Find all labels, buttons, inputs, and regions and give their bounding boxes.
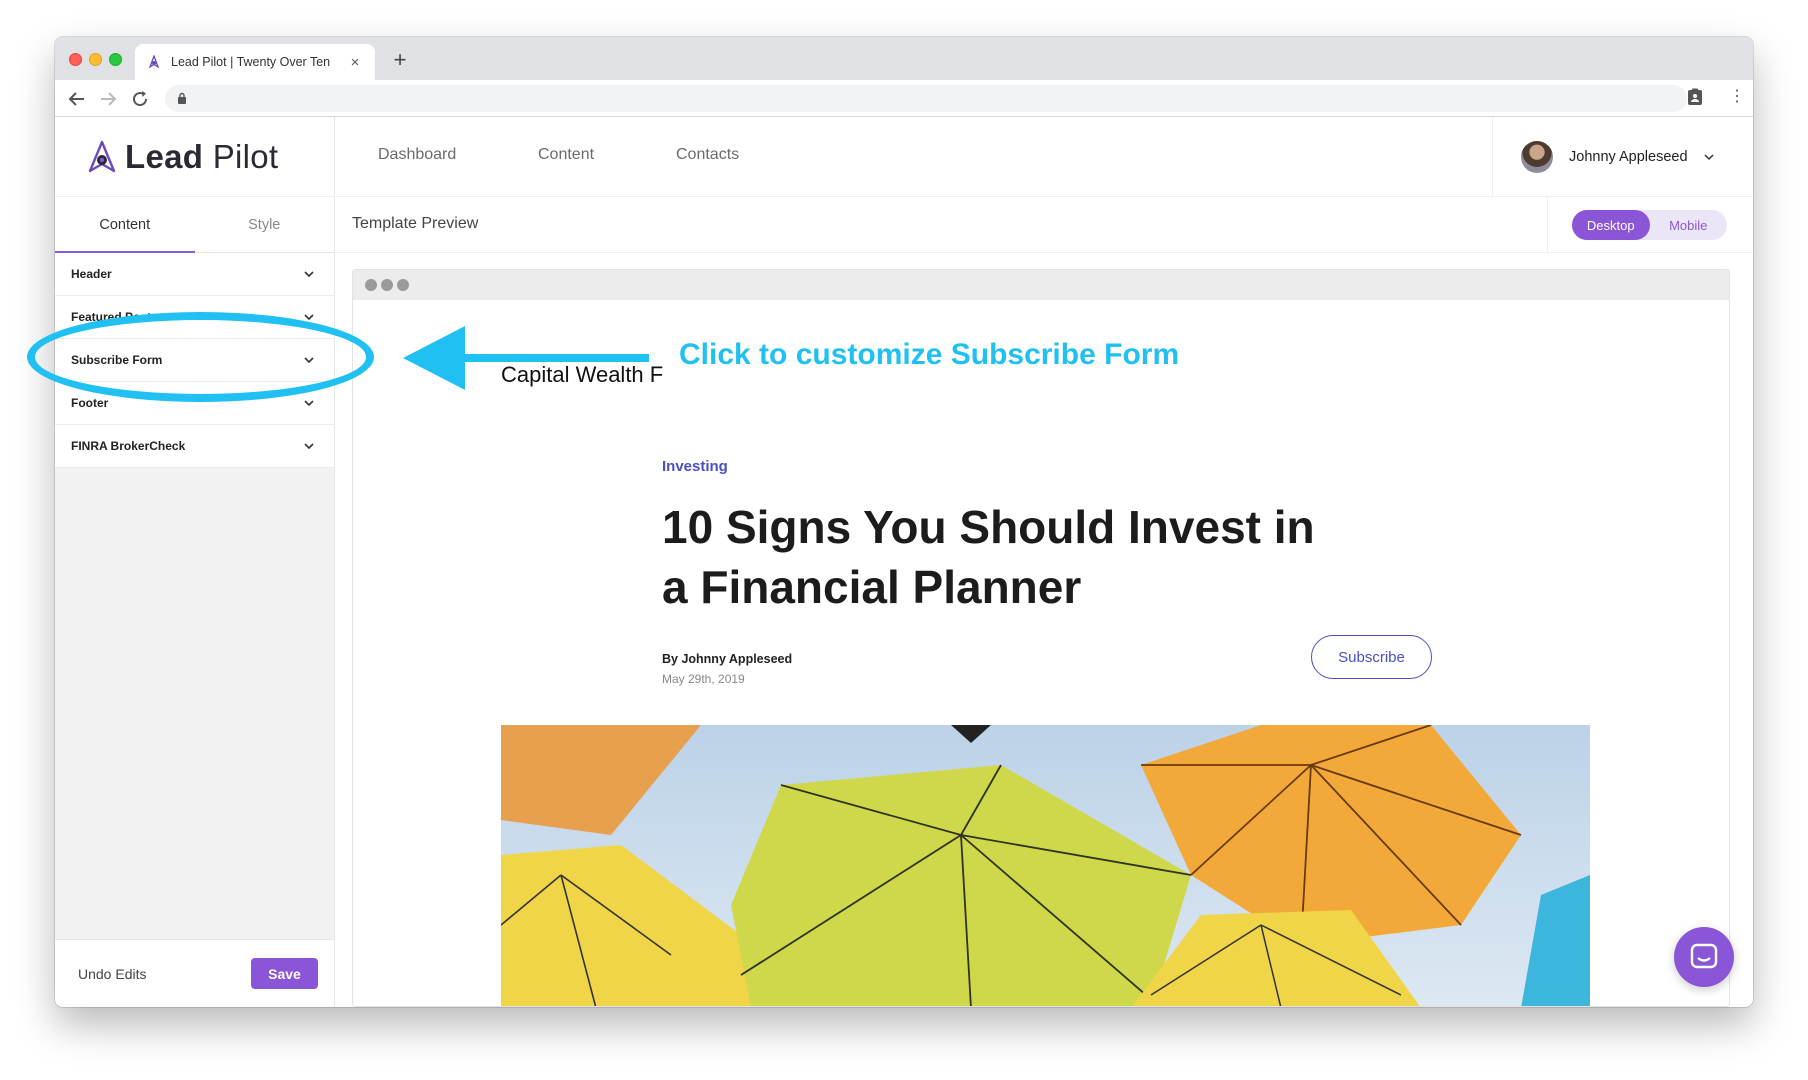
article-byline: By Johnny Appleseed [662, 652, 793, 666]
sidebar-tabs: Content Style [55, 197, 334, 253]
section-finra-brokercheck[interactable]: FINRA BrokerCheck [55, 425, 334, 468]
top-navigation: Dashboard Content Contacts Johnny Apples… [336, 117, 1753, 197]
chat-icon [1690, 943, 1718, 969]
preview-window-bar [353, 270, 1729, 300]
logo-text: Lead Pilot [125, 138, 278, 176]
reload-icon[interactable] [128, 87, 152, 111]
hero-image-umbrellas [501, 725, 1590, 1006]
sidebar-footer: Undo Edits Save [55, 939, 334, 1007]
annotation-text: Click to customize Subscribe Form [679, 338, 1180, 371]
logo-text-bold: Lead [125, 137, 204, 175]
browser-tab-strip: Lead Pilot | Twenty Over Ten × + [55, 37, 1753, 80]
section-header[interactable]: Header [55, 253, 334, 296]
undo-edits-button[interactable]: Undo Edits [78, 966, 146, 982]
annotation-highlight-ellipse [27, 312, 374, 402]
lock-icon [178, 92, 186, 104]
nav-contacts[interactable]: Contacts [676, 146, 739, 164]
umbrellas-illustration [501, 725, 1590, 1006]
site-preview: Capital Wealth F Investing 10 Signs You … [353, 300, 1729, 1006]
section-label: FINRA BrokerCheck [71, 439, 186, 453]
nav-dashboard[interactable]: Dashboard [378, 146, 456, 164]
article-title: 10 Signs You Should Invest in a Financia… [662, 501, 1315, 613]
user-menu[interactable]: Johnny Appleseed [1492, 117, 1753, 197]
browser-menu-icon[interactable]: ⋮ [1729, 86, 1745, 108]
forward-arrow-icon[interactable] [96, 87, 120, 111]
article-date: May 29th, 2019 [662, 672, 745, 686]
preview-title: Template Preview [352, 215, 479, 232]
lead-pilot-logo-icon [88, 140, 116, 172]
chevron-down-icon [304, 400, 314, 407]
lead-pilot-favicon-icon [148, 55, 160, 69]
article-category[interactable]: Investing [662, 458, 728, 475]
tab-title: Lead Pilot | Twenty Over Ten [171, 55, 331, 69]
logo-text-light: Pilot [212, 137, 279, 175]
annotation-arrow-icon [403, 326, 649, 390]
logo[interactable]: Lead Pilot [55, 117, 334, 197]
save-button[interactable]: Save [251, 958, 318, 989]
preview-toolbar: Template Preview Desktop Mobile [336, 197, 1753, 253]
mobile-view-button[interactable]: Mobile [1650, 210, 1728, 240]
window-dot [381, 279, 393, 291]
tab-style[interactable]: Style [195, 197, 335, 252]
window-dot [365, 279, 377, 291]
chat-widget-button[interactable] [1674, 927, 1734, 987]
nav-content[interactable]: Content [538, 146, 594, 164]
chevron-down-icon [304, 443, 314, 450]
extension-clipboard-icon[interactable] [1687, 88, 1703, 106]
view-toggle: Desktop Mobile [1572, 210, 1727, 240]
user-name: Johnny Appleseed [1569, 149, 1688, 165]
subscribe-button[interactable]: Subscribe [1311, 635, 1432, 679]
app-root: Lead Pilot Content Style Header Featured… [55, 117, 1753, 1007]
browser-toolbar: ⋮ [55, 80, 1753, 117]
editor-sidebar: Lead Pilot Content Style Header Featured… [55, 117, 335, 1007]
view-toggle-container: Desktop Mobile [1547, 197, 1753, 253]
window-dot [397, 279, 409, 291]
browser-tab[interactable]: Lead Pilot | Twenty Over Ten × [135, 44, 375, 80]
section-label: Header [71, 267, 112, 281]
tab-content[interactable]: Content [55, 197, 195, 253]
maximize-window-button[interactable] [109, 53, 122, 66]
section-label: Footer [71, 396, 109, 410]
back-arrow-icon[interactable] [65, 87, 89, 111]
chevron-down-icon [304, 271, 314, 278]
main-area: Dashboard Content Contacts Johnny Apples… [336, 117, 1753, 1007]
desktop-view-button[interactable]: Desktop [1572, 210, 1650, 240]
address-bar[interactable] [165, 85, 1687, 112]
chevron-down-icon [1703, 154, 1714, 161]
close-window-button[interactable] [69, 53, 82, 66]
avatar [1521, 141, 1553, 173]
new-tab-button[interactable]: + [387, 47, 413, 73]
browser-window: Lead Pilot | Twenty Over Ten × + ⋮ Lead … [55, 37, 1753, 1007]
minimize-window-button[interactable] [89, 53, 102, 66]
tab-close-icon[interactable]: × [347, 54, 363, 71]
